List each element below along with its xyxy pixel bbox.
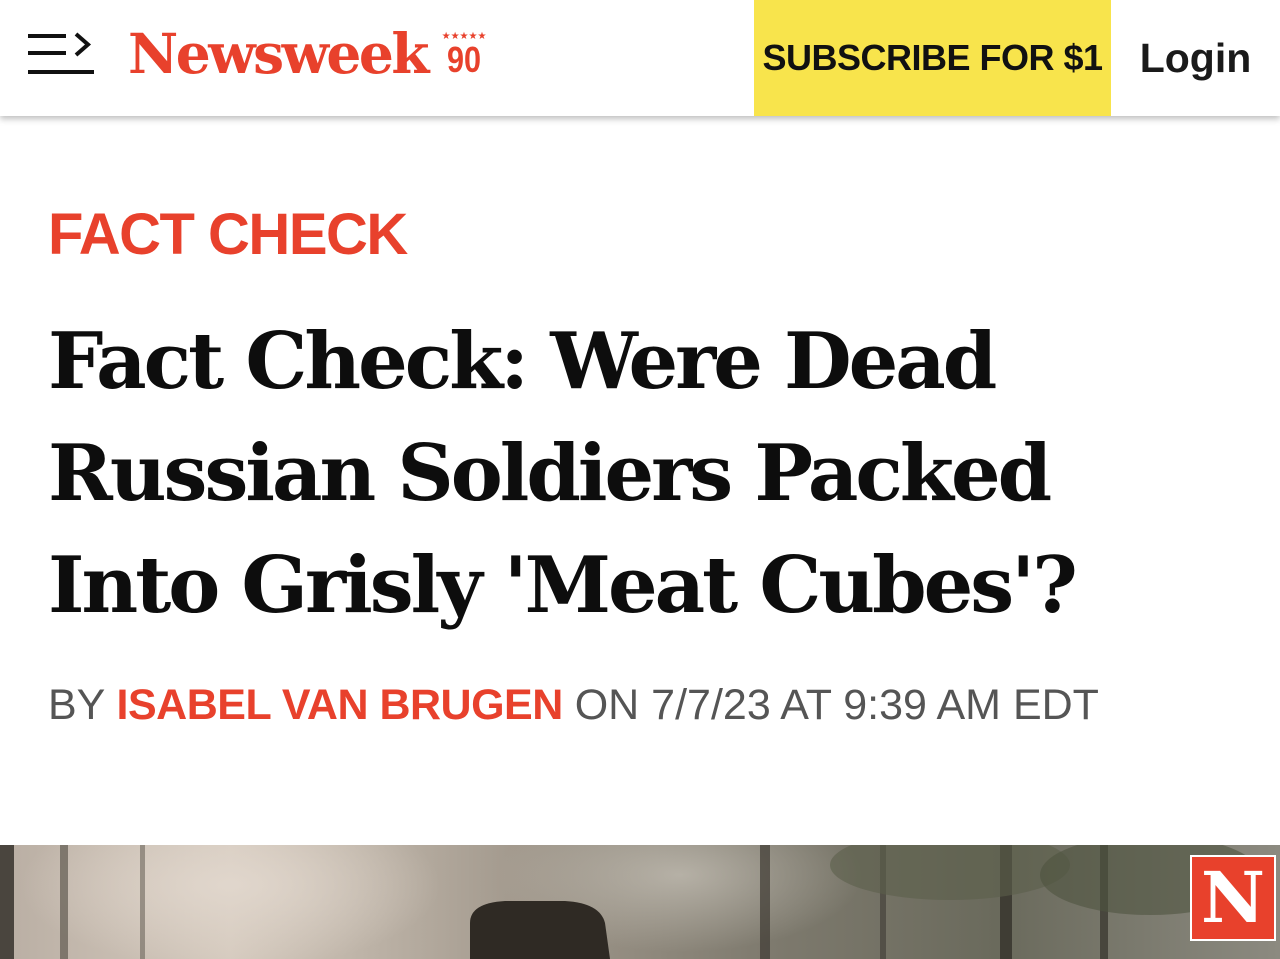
byline-prefix: BY xyxy=(48,681,105,729)
article-byline: BY ISABEL VAN BRUGEN ON 7/7/23 AT 9:39 A… xyxy=(48,678,1099,732)
subscribe-button[interactable]: SUBSCRIBE FOR $1 xyxy=(754,0,1111,116)
hero-image xyxy=(0,845,1280,959)
newsweek-n-watermark-icon: N xyxy=(1190,855,1276,941)
headline-line: Fact Check: Were Dead xyxy=(48,316,997,407)
newsweek-logo[interactable]: Newsweek ★★★★★ 90 xyxy=(128,22,489,86)
article-headline: Fact Check: Were Dead Russian Soldiers P… xyxy=(48,306,1248,642)
logo-wordmark: Newsweek xyxy=(128,21,430,86)
login-button[interactable]: Login xyxy=(1111,0,1280,116)
site-header: Newsweek ★★★★★ 90 SUBSCRIBE FOR $1 Login xyxy=(0,0,1280,116)
author-link[interactable]: ISABEL VAN BRUGEN xyxy=(117,681,564,729)
headline-line: Into Grisly 'Meat Cubes'? xyxy=(48,540,1078,631)
headline-line: Russian Soldiers Packed xyxy=(48,428,1052,519)
menu-expand-icon xyxy=(28,32,94,74)
logo-90-number: 90 xyxy=(447,39,482,80)
hero-photo-scene xyxy=(0,845,1260,959)
article-category-link[interactable]: FACT CHECK xyxy=(48,200,408,270)
logo-90-anniversary-badge: ★★★★★ 90 xyxy=(439,32,489,80)
publish-date: ON 7/7/23 AT 9:39 AM EDT xyxy=(574,681,1099,729)
menu-button[interactable] xyxy=(28,30,98,78)
